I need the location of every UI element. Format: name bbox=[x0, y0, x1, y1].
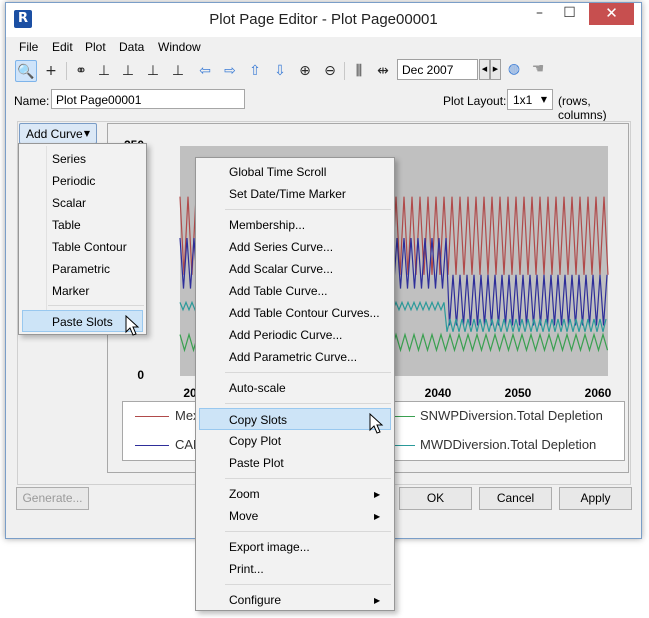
zoom-select-icon[interactable]: 🔍 bbox=[15, 60, 37, 82]
toolbar-separator bbox=[344, 62, 345, 80]
arrow-left-icon[interactable]: ⇦ bbox=[194, 60, 216, 82]
name-label: Name: bbox=[14, 94, 50, 108]
menu-item-add-scalar[interactable]: Add Scalar Curve... bbox=[229, 258, 333, 280]
legend-swatch bbox=[393, 416, 415, 417]
menu-plot[interactable]: Plot bbox=[85, 40, 106, 54]
legend-swatch bbox=[393, 445, 415, 446]
menu-item-series[interactable]: Series bbox=[52, 148, 86, 170]
legend-swatch bbox=[135, 416, 169, 417]
menu-item-copy-plot[interactable]: Copy Plot bbox=[229, 430, 281, 452]
close-button[interactable]: ✕ bbox=[589, 3, 634, 25]
menu-item-export-image[interactable]: Export image... bbox=[229, 536, 310, 558]
arrow-up-icon[interactable]: ⇧ bbox=[244, 60, 266, 82]
tick-s-icon[interactable]: ⊥ bbox=[167, 60, 189, 82]
legend-item: SNWPDiversion.Total Depletion bbox=[420, 408, 603, 423]
menu-item-add-series[interactable]: Add Series Curve... bbox=[229, 236, 333, 258]
menu-item-configure[interactable]: Configure bbox=[229, 589, 281, 611]
plot-layout-label: Plot Layout: bbox=[443, 94, 507, 108]
menu-window[interactable]: Window bbox=[158, 40, 201, 54]
chevron-right-icon: ▶ bbox=[374, 596, 381, 605]
menu-separator bbox=[225, 209, 391, 210]
tick-t-icon[interactable]: ⊥ bbox=[93, 60, 115, 82]
date-next-button[interactable]: ▶ bbox=[490, 59, 501, 80]
menu-item-scalar[interactable]: Scalar bbox=[52, 192, 86, 214]
cancel-button[interactable]: Cancel bbox=[479, 487, 552, 510]
toolbar-separator bbox=[66, 62, 67, 80]
add-curve-menu: Series Periodic Scalar Table Table Conto… bbox=[18, 143, 147, 335]
menu-separator bbox=[225, 584, 391, 585]
menu-file[interactable]: File bbox=[19, 40, 38, 54]
split-icon[interactable]: ⫼ bbox=[348, 60, 370, 82]
zoom-in-icon[interactable]: ⊕ bbox=[294, 60, 316, 82]
generate-button[interactable]: Generate... bbox=[16, 487, 89, 510]
menu-separator bbox=[225, 478, 391, 479]
menu-item-print[interactable]: Print... bbox=[229, 558, 264, 580]
menu-item-membership[interactable]: Membership... bbox=[229, 214, 305, 236]
menu-separator bbox=[225, 372, 391, 373]
menu-data[interactable]: Data bbox=[119, 40, 144, 54]
menu-item-move[interactable]: Move bbox=[229, 505, 258, 527]
globe-icon[interactable]: ◍ bbox=[503, 58, 525, 80]
hand-icon[interactable]: ☚ bbox=[527, 58, 549, 80]
menu-item-add-table-contour[interactable]: Add Table Contour Curves... bbox=[229, 302, 380, 324]
time-marker-icon[interactable]: ⇹ bbox=[372, 60, 394, 82]
menu-item-periodic[interactable]: Periodic bbox=[52, 170, 95, 192]
menu-item-copy-slots[interactable]: Copy Slots bbox=[199, 408, 391, 430]
arrow-down-icon[interactable]: ⇩ bbox=[269, 60, 291, 82]
link-icon[interactable]: ⚭ bbox=[70, 60, 92, 82]
tick-l-icon[interactable]: ⊥ bbox=[117, 60, 139, 82]
add-curve-button[interactable]: Add Curve ▼ bbox=[19, 123, 97, 144]
menu-separator bbox=[48, 305, 144, 306]
date-prev-button[interactable]: ◀ bbox=[479, 59, 490, 80]
mouse-cursor-icon bbox=[369, 413, 384, 434]
chevron-down-icon: ▼ bbox=[540, 95, 547, 104]
zoom-out-icon[interactable]: ⊖ bbox=[319, 60, 341, 82]
menu-item-add-table[interactable]: Add Table Curve... bbox=[229, 280, 328, 302]
menu-item-auto-scale[interactable]: Auto-scale bbox=[229, 377, 286, 399]
menu-item-add-parametric[interactable]: Add Parametric Curve... bbox=[229, 346, 357, 368]
chevron-right-icon: ▶ bbox=[374, 490, 381, 499]
add-curve-label: Add Curve bbox=[26, 127, 83, 141]
menu-item-global-time-scroll[interactable]: Global Time Scroll bbox=[229, 161, 326, 183]
legend-swatch bbox=[135, 445, 169, 446]
minimize-button[interactable]: – bbox=[526, 3, 553, 25]
menu-bar: File Edit Plot Data Window bbox=[6, 37, 641, 55]
tick-r-icon[interactable]: ⊥ bbox=[142, 60, 164, 82]
menu-item-parametric[interactable]: Parametric bbox=[52, 258, 110, 280]
mouse-cursor-icon bbox=[125, 315, 140, 336]
menu-separator bbox=[225, 531, 391, 532]
menu-separator bbox=[225, 403, 391, 404]
menu-edit[interactable]: Edit bbox=[52, 40, 73, 54]
legend-item: MWDDiversion.Total Depletion bbox=[420, 437, 597, 452]
menu-item-set-marker[interactable]: Set Date/Time Marker bbox=[229, 183, 346, 205]
plot-layout-value: 1x1 bbox=[513, 93, 533, 107]
crosshair-icon[interactable]: + bbox=[40, 60, 62, 82]
menu-gutter bbox=[46, 146, 47, 332]
chevron-down-icon: ▼ bbox=[83, 129, 90, 138]
menu-item-table-contour[interactable]: Table Contour bbox=[52, 236, 127, 258]
plot-layout-hint: (rows, columns) bbox=[558, 94, 607, 122]
x-tick-label: 2060 bbox=[584, 386, 612, 400]
menu-item-table[interactable]: Table bbox=[52, 214, 81, 236]
maximize-button[interactable]: ☐ bbox=[556, 3, 583, 25]
menu-item-zoom[interactable]: Zoom bbox=[229, 483, 260, 505]
date-field[interactable]: Dec 2007 bbox=[397, 59, 478, 80]
menu-item-marker[interactable]: Marker bbox=[52, 280, 89, 302]
apply-button[interactable]: Apply bbox=[559, 487, 632, 510]
name-field[interactable]: Plot Page00001 bbox=[51, 89, 245, 109]
title-bar: R Plot Page Editor - Plot Page00001 – ☐ … bbox=[6, 3, 641, 37]
x-tick-label: 2040 bbox=[424, 386, 452, 400]
x-tick-label: 2050 bbox=[504, 386, 532, 400]
plot-layout-select[interactable]: 1x1 ▼ bbox=[507, 89, 553, 110]
plot-context-menu: Global Time Scroll Set Date/Time Marker … bbox=[195, 157, 395, 611]
arrow-right-icon[interactable]: ⇨ bbox=[219, 60, 241, 82]
menu-item-paste-plot[interactable]: Paste Plot bbox=[229, 452, 284, 474]
menu-item-add-periodic[interactable]: Add Periodic Curve... bbox=[229, 324, 342, 346]
chevron-right-icon: ▶ bbox=[374, 512, 381, 521]
ok-button[interactable]: OK bbox=[399, 487, 472, 510]
